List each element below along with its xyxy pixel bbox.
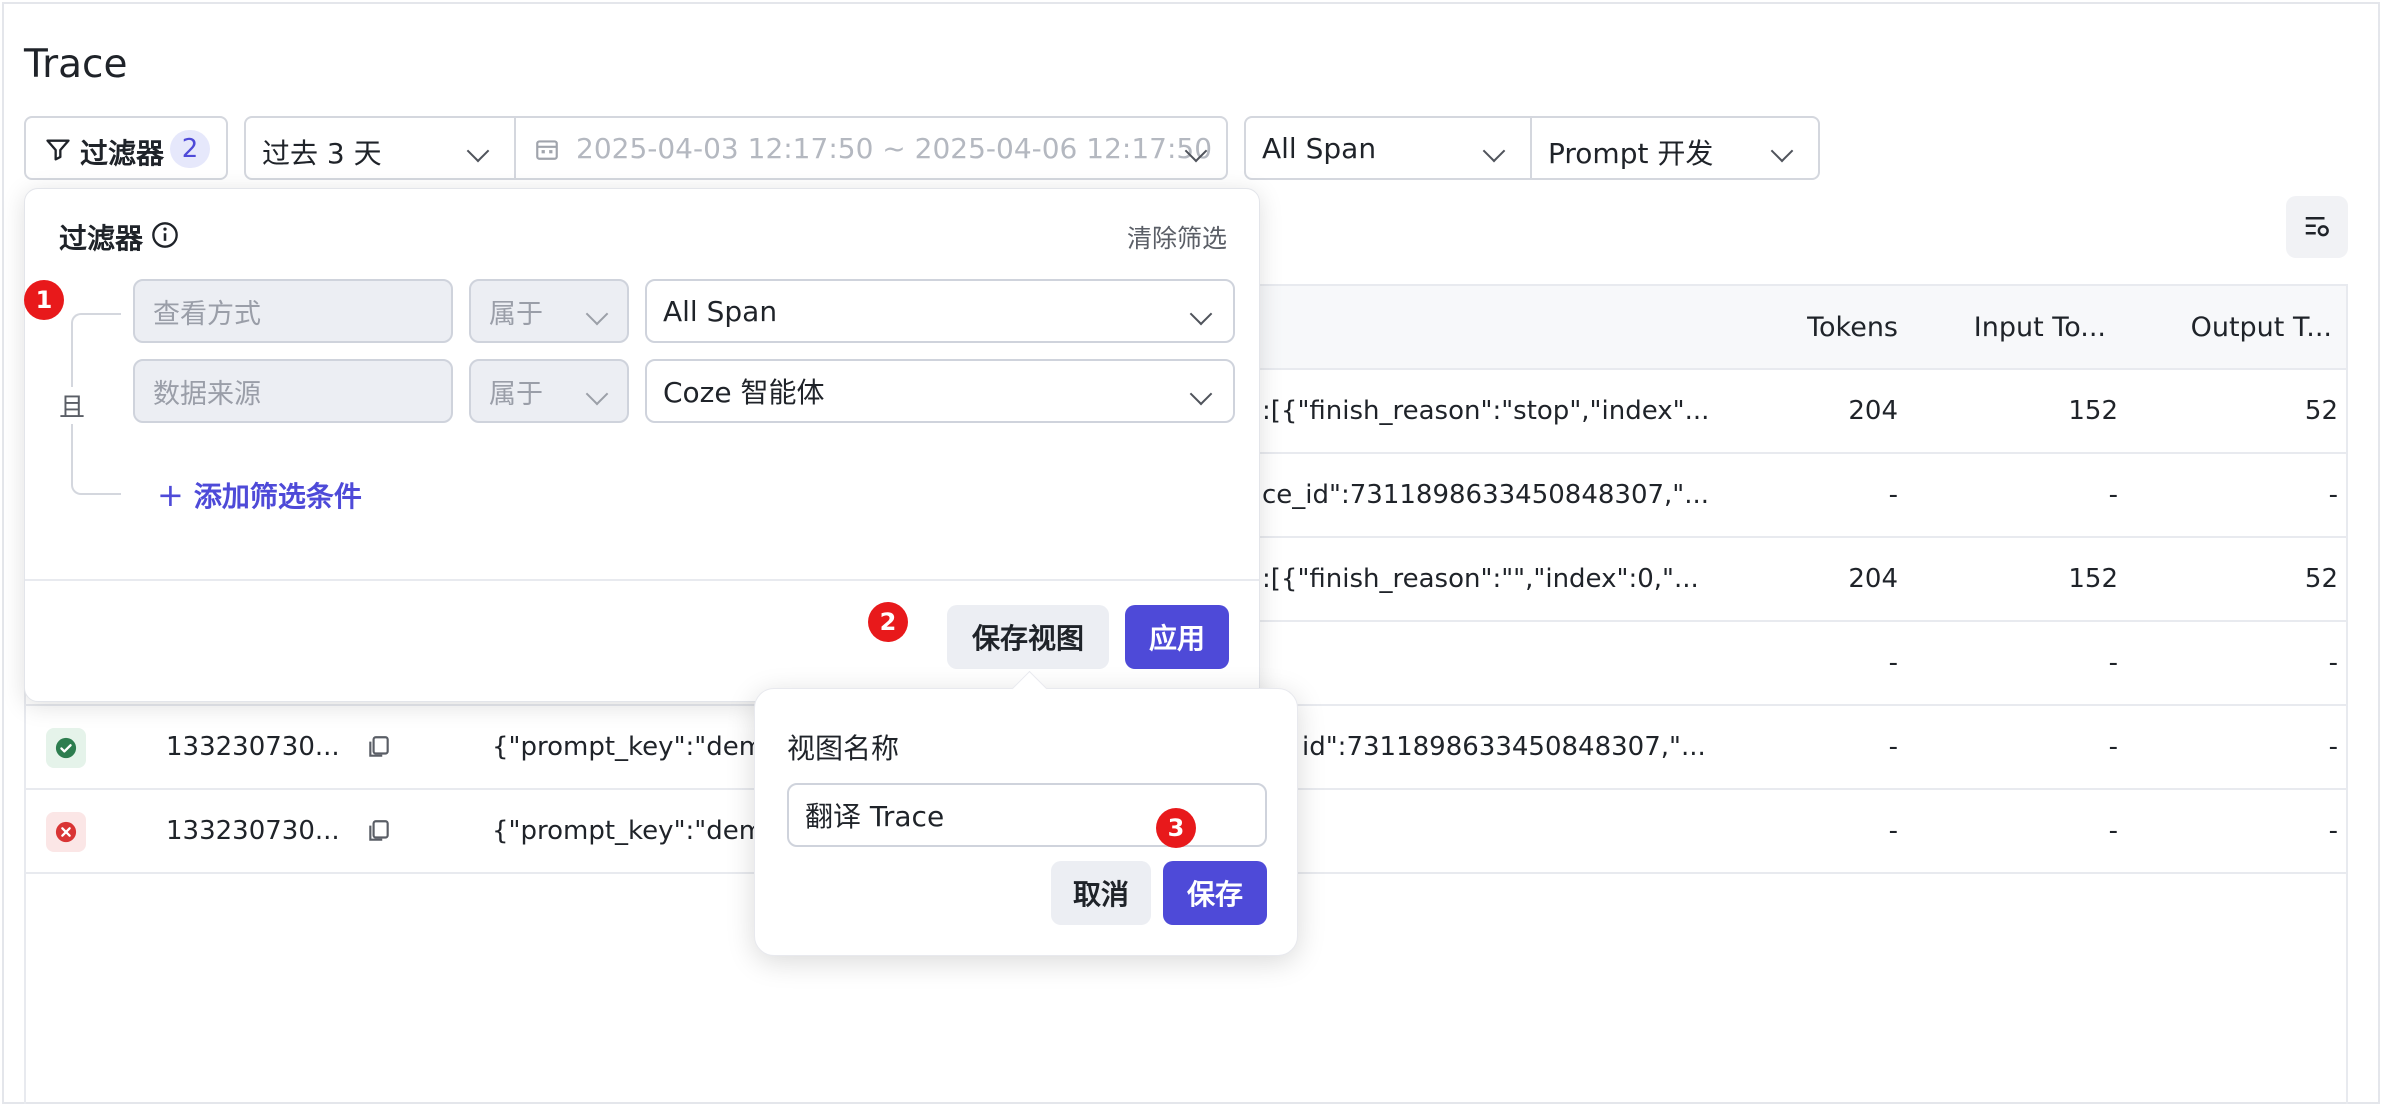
span-type-value: All Span (1262, 132, 1377, 165)
span-type-select[interactable]: All Span (1244, 116, 1532, 180)
column-settings-button[interactable] (2286, 196, 2348, 258)
input-cell: {"prompt_key":"demo (492, 816, 780, 846)
page-title: Trace (24, 42, 128, 87)
input-tokens-cell: 152 (2068, 396, 2118, 426)
output-cell: :[{"finish_reason":"stop","index"... (1262, 396, 1710, 426)
plus-icon: + (157, 476, 184, 514)
tokens-cell: - (1888, 732, 1898, 762)
date-range-picker[interactable]: 2025-04-03 12:17:50 ~ 2025-04-06 12:17:5… (514, 116, 1228, 180)
input-tokens-cell: - (2108, 732, 2118, 762)
status-badge (46, 812, 86, 852)
annotation-marker-3: 3 (1156, 808, 1196, 848)
filter-panel-title: 过滤器 (59, 222, 144, 255)
time-range-select[interactable]: 过去 3 天 (244, 116, 516, 180)
condition-value: All Span (663, 294, 778, 328)
condition-field-data-source[interactable]: 数据来源 (133, 359, 453, 423)
output-tokens-cell: - (2328, 732, 2338, 762)
trace-id-cell: 133230730... (166, 732, 340, 762)
date-range-value: 2025-04-03 12:17:50 ~ 2025-04-06 12:17:5… (576, 132, 1213, 165)
annotation-marker-1: 1 (24, 280, 64, 320)
input-cell: {"prompt_key":"demo (492, 732, 780, 762)
chevron-down-icon (1482, 139, 1506, 163)
add-condition-button[interactable]: + 添加筛选条件 (157, 475, 362, 515)
save-button[interactable]: 保存 (1163, 861, 1267, 925)
input-tokens-cell: - (2108, 816, 2118, 846)
chevron-down-icon (585, 302, 609, 326)
divider (25, 579, 1259, 581)
col-output-tokens[interactable]: Output T... (2191, 312, 2332, 343)
annotation-marker-2: 2 (868, 602, 908, 642)
input-tokens-cell: 152 (2068, 564, 2118, 594)
operator-value: 属于 (489, 298, 543, 330)
tokens-cell: - (1888, 816, 1898, 846)
col-input-tokens[interactable]: Input To... (1974, 312, 2106, 343)
clear-filter-link[interactable]: 清除筛选 (1127, 219, 1227, 255)
condition-value: Coze 智能体 (663, 376, 825, 409)
condition-value-select[interactable]: All Span (645, 279, 1235, 343)
filter-count-badge: 2 (170, 130, 210, 168)
view-name-label: 视图名称 (787, 732, 900, 765)
conjunction-label: 且 (59, 387, 85, 424)
chevron-down-icon (466, 139, 490, 163)
filter-panel: 过滤器 清除筛选 且 查看方式 属于 All Span 数据来源 属于 Coze… (24, 188, 1260, 702)
column-settings-icon (2305, 217, 2329, 237)
filter-label: 过滤器 (80, 137, 165, 170)
calendar-icon (536, 140, 558, 160)
condition-field-view-mode[interactable]: 查看方式 (133, 279, 453, 343)
filter-button[interactable]: 过滤器 2 (24, 116, 228, 180)
output-tokens-cell: - (2328, 648, 2338, 678)
copy-icon[interactable] (366, 818, 392, 844)
condition-operator-select[interactable]: 属于 (469, 359, 629, 423)
output-tokens-cell: - (2328, 816, 2338, 846)
input-tokens-cell: - (2108, 480, 2118, 510)
filter-icon (46, 139, 70, 161)
status-badge (46, 728, 86, 768)
output-tokens-cell: - (2328, 480, 2338, 510)
info-icon[interactable] (151, 221, 179, 249)
output-tokens-cell: 52 (2304, 564, 2338, 594)
chevron-down-icon (1770, 139, 1794, 163)
tokens-cell: 204 (1848, 396, 1898, 426)
operator-value: 属于 (489, 378, 543, 410)
success-icon (55, 737, 77, 759)
output-cell: :[{"finish_reason":"","index":0,"... (1262, 564, 1699, 594)
save-view-popover: 视图名称 取消 保存 (754, 688, 1298, 956)
apply-button[interactable]: 应用 (1125, 605, 1229, 669)
output-cell: ce_id":7311898633450848307,"... (1262, 480, 1710, 510)
condition-operator-select[interactable]: 属于 (469, 279, 629, 343)
condition-value-select[interactable]: Coze 智能体 (645, 359, 1235, 423)
add-condition-label: 添加筛选条件 (193, 480, 362, 513)
chevron-down-icon (1189, 382, 1213, 406)
tokens-cell: 204 (1848, 564, 1898, 594)
cancel-button[interactable]: 取消 (1051, 861, 1151, 925)
chevron-down-icon (585, 382, 609, 406)
col-tokens[interactable]: Tokens (1807, 312, 1898, 343)
platform-value: Prompt 开发 (1548, 137, 1714, 170)
error-icon (55, 821, 77, 843)
input-tokens-cell: - (2108, 648, 2118, 678)
copy-icon[interactable] (366, 734, 392, 760)
tokens-cell: - (1888, 480, 1898, 510)
trace-id-cell: 133230730... (166, 816, 340, 846)
platform-select[interactable]: Prompt 开发 (1530, 116, 1820, 180)
time-range-value: 过去 3 天 (262, 137, 382, 170)
view-name-input[interactable] (787, 783, 1267, 847)
chevron-down-icon (1189, 302, 1213, 326)
output-cell: id":7311898633450848307,"... (1302, 732, 1706, 762)
tokens-cell: - (1888, 648, 1898, 678)
output-tokens-cell: 52 (2304, 396, 2338, 426)
save-view-button[interactable]: 保存视图 (947, 605, 1109, 669)
